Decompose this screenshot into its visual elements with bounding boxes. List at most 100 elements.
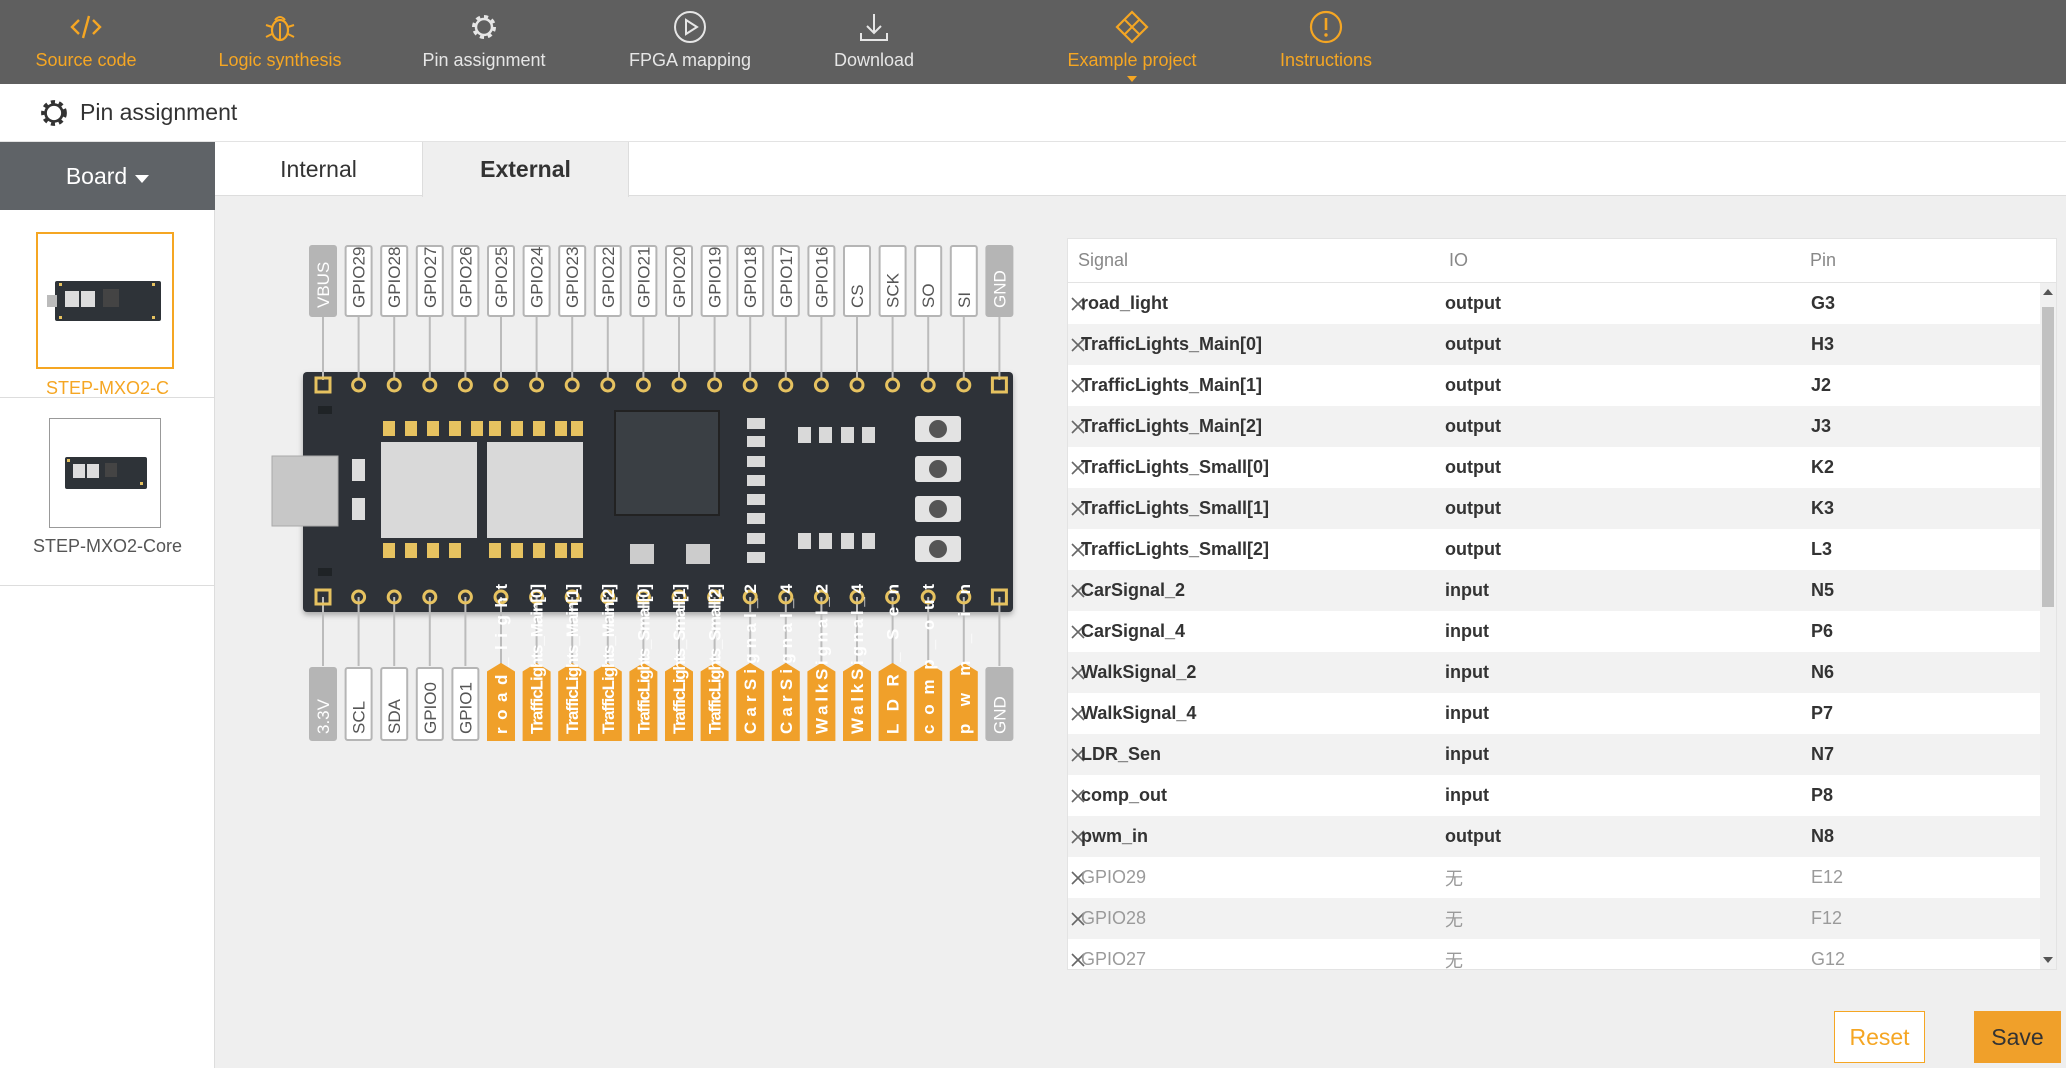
- pin-cell[interactable]: P7: [1811, 703, 1833, 724]
- pin-cell[interactable]: K3: [1811, 498, 1834, 519]
- pin-label: TrafficLights_Main[1]: [563, 584, 582, 734]
- pin-label: GPIO24: [528, 247, 547, 308]
- pin-top-gpio26[interactable]: GPIO26: [451, 245, 480, 317]
- scroll-up-icon[interactable]: [2043, 289, 2053, 295]
- pin-bottom-4[interactable]: GPIO0: [415, 667, 444, 741]
- pin-top-cs[interactable]: CS: [843, 245, 871, 317]
- pin-cell[interactable]: J2: [1811, 375, 1831, 396]
- pin-top-gpio18[interactable]: GPIO18: [736, 245, 765, 317]
- board-item-step-mxo2-c[interactable]: STEP-MXO2-C: [0, 210, 215, 398]
- table-row[interactable]: TrafficLights_Small[2] output L3: [1068, 529, 2056, 570]
- pin-bottom-14[interactable]: CarSignal_4: [771, 583, 800, 741]
- table-row[interactable]: WalkSignal_2 input N6: [1068, 652, 2056, 693]
- toolbar-instructions[interactable]: Instructions: [1278, 0, 1374, 84]
- table-row[interactable]: GPIO28 无 F12: [1068, 898, 2056, 939]
- pin-cell[interactable]: F12: [1811, 908, 1842, 929]
- table-row[interactable]: TrafficLights_Small[1] output K3: [1068, 488, 2056, 529]
- pin-bottom-12[interactable]: TrafficLights_Small[2]: [700, 584, 729, 741]
- pin-bottom-17[interactable]: LDR_Sen: [878, 584, 907, 741]
- pin-bottom-1[interactable]: 3.3V: [309, 667, 337, 741]
- table-row[interactable]: pwm_in output N8: [1068, 816, 2056, 857]
- signal-cell: comp_out: [1081, 785, 1168, 805]
- pin-label: GPIO1: [456, 682, 475, 734]
- pin-bottom-11[interactable]: TrafficLights_Small[1]: [665, 584, 693, 741]
- pin-bottom-15[interactable]: WalkSignal_2: [807, 584, 836, 741]
- table-row[interactable]: comp_out input P8: [1068, 775, 2056, 816]
- pin-bottom-8[interactable]: TrafficLights_Main[1]: [558, 584, 587, 741]
- pin-bottom-18[interactable]: comp_out: [914, 584, 943, 741]
- tab-external[interactable]: External: [422, 142, 629, 197]
- toolbar-example-project[interactable]: Example project: [1065, 0, 1199, 84]
- table-row[interactable]: TrafficLights_Small[0] output K2: [1068, 447, 2056, 488]
- pin-cell[interactable]: P6: [1811, 621, 1833, 642]
- scroll-down-icon[interactable]: [2043, 957, 2053, 963]
- toolbar-download[interactable]: Download: [830, 0, 918, 84]
- pin-bottom-9[interactable]: TrafficLights_Main[2]: [593, 584, 622, 741]
- pin-top-gpio21[interactable]: GPIO21: [629, 245, 658, 317]
- board-dropdown[interactable]: Board: [0, 142, 215, 210]
- pin-bottom-6[interactable]: road_light: [487, 584, 515, 741]
- toolbar-fpga-mapping[interactable]: FPGA mapping: [628, 0, 752, 84]
- pin-bottom-13[interactable]: CarSignal_2: [736, 584, 765, 741]
- pin-bottom-5[interactable]: GPIO1: [451, 667, 480, 741]
- pin-bottom-7[interactable]: TrafficLights_Main[0]: [522, 584, 551, 741]
- table-row[interactable]: GPIO27 无 G12: [1068, 939, 2056, 969]
- pin-cell[interactable]: J3: [1811, 416, 1831, 437]
- table-row[interactable]: GPIO29 无 E12: [1068, 857, 2056, 898]
- scrollbar[interactable]: [2040, 283, 2056, 969]
- pin-top-gpio23[interactable]: GPIO23: [558, 245, 587, 317]
- pin-cell[interactable]: N5: [1811, 580, 1834, 601]
- pin-top-gpio27[interactable]: GPIO27: [415, 245, 444, 317]
- table-row[interactable]: CarSignal_2 input N5: [1068, 570, 2056, 611]
- pin-cell[interactable]: G3: [1811, 293, 1835, 314]
- save-button[interactable]: Save: [1974, 1011, 2061, 1063]
- pin-top-gpio25[interactable]: GPIO25: [487, 245, 515, 317]
- page-header: Pin assignment: [0, 84, 2066, 142]
- pin-top-sck[interactable]: SCK: [878, 245, 907, 317]
- reset-button[interactable]: Reset: [1834, 1011, 1925, 1063]
- toolbar-source-code[interactable]: Source code: [35, 0, 137, 84]
- pin-top-si[interactable]: SI: [949, 245, 978, 317]
- tab-internal[interactable]: Internal: [215, 142, 422, 196]
- io-cell: output: [1445, 826, 1501, 846]
- table-row[interactable]: WalkSignal_4 input P7: [1068, 693, 2056, 734]
- pin-cell[interactable]: G12: [1811, 949, 1845, 969]
- pin-top-gpio22[interactable]: GPIO22: [593, 245, 622, 317]
- pin-top-gpio29[interactable]: GPIO29: [344, 245, 373, 317]
- pin-top-gpio19[interactable]: GPIO19: [700, 245, 729, 317]
- pin-top-gpio20[interactable]: GPIO20: [665, 245, 693, 317]
- pin-label: road_light: [492, 584, 511, 734]
- pin-bottom-2[interactable]: SCL: [344, 667, 373, 741]
- pin-cell[interactable]: E12: [1811, 867, 1843, 888]
- table-row[interactable]: road_light output G3: [1068, 283, 2056, 324]
- pin-cell[interactable]: N8: [1811, 826, 1834, 847]
- pin-top-gnd[interactable]: GND: [985, 245, 1014, 317]
- toolbar-logic-synthesis[interactable]: Logic synthesis: [215, 0, 345, 84]
- signal-cell: TrafficLights_Small[1]: [1081, 498, 1270, 518]
- pin-top-gpio16[interactable]: GPIO16: [807, 245, 836, 317]
- pin-top-gpio28[interactable]: GPIO28: [380, 245, 409, 317]
- table-row[interactable]: TrafficLights_Main[0] output H3: [1068, 324, 2056, 365]
- table-row[interactable]: TrafficLights_Main[2] output J3: [1068, 406, 2056, 447]
- pin-top-gpio24[interactable]: GPIO24: [522, 245, 551, 317]
- scrollbar-thumb[interactable]: [2042, 307, 2054, 607]
- pin-top-vbus[interactable]: VBUS: [309, 245, 337, 317]
- pin-cell[interactable]: K2: [1811, 457, 1834, 478]
- pin-label: GPIO16: [812, 247, 831, 308]
- table-row[interactable]: CarSignal_4 input P6: [1068, 611, 2056, 652]
- pin-cell[interactable]: N6: [1811, 662, 1834, 683]
- board-item-step-mxo2-core[interactable]: STEP-MXO2-Core: [0, 398, 215, 586]
- pin-top-so[interactable]: SO: [914, 245, 943, 317]
- pin-cell[interactable]: H3: [1811, 334, 1834, 355]
- pin-cell[interactable]: N7: [1811, 744, 1834, 765]
- pin-bottom-16[interactable]: WalkSignal_4: [843, 583, 871, 741]
- pin-cell[interactable]: P8: [1811, 785, 1833, 806]
- pin-cell[interactable]: L3: [1811, 539, 1832, 560]
- pin-bottom-3[interactable]: SDA: [380, 667, 409, 741]
- pin-top-gpio17[interactable]: GPIO17: [771, 245, 800, 317]
- toolbar-pin-assignment[interactable]: Pin assignment: [420, 0, 548, 84]
- pin-bottom-10[interactable]: TrafficLights_Small[0]: [629, 584, 658, 741]
- table-row[interactable]: LDR_Sen input N7: [1068, 734, 2056, 775]
- table-row[interactable]: TrafficLights_Main[1] output J2: [1068, 365, 2056, 406]
- pin-bottom-20[interactable]: GND: [985, 667, 1014, 741]
